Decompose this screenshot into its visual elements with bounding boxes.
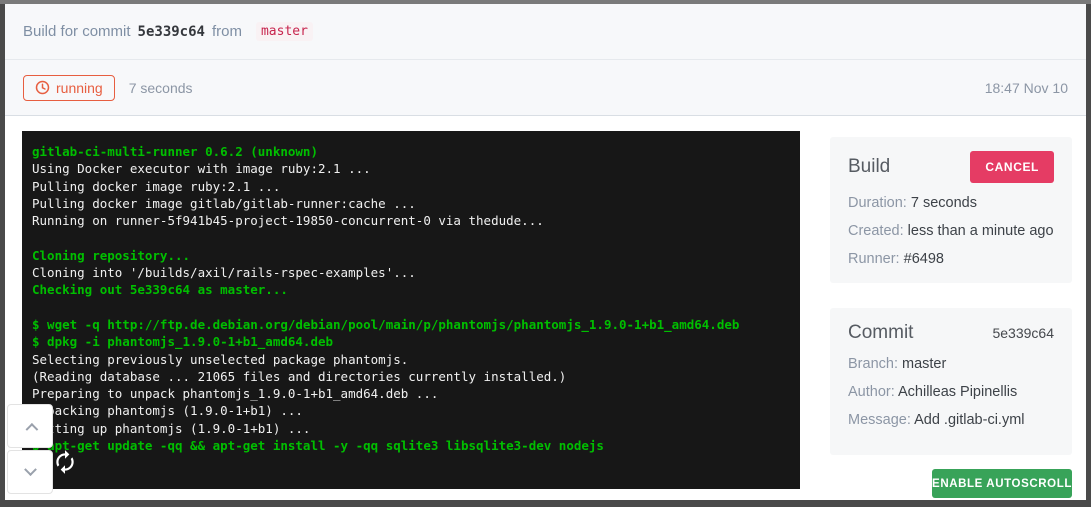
scroll-down-button[interactable] [7,450,53,494]
header-prefix: Build for commit [23,23,131,40]
terminal-line: gitlab-ci-multi-runner 0.6.2 (unknown) [32,143,790,160]
terminal-line: Setting up phantomjs (1.9.0-1+b1) ... [32,420,790,437]
info-value: 7 seconds [911,195,977,211]
build-info-rows: Duration: 7 secondsCreated: less than a … [848,195,1054,267]
info-row: Duration: 7 seconds [848,195,1054,211]
commit-panel: Commit 5e339c64 Branch: masterAuthor: Ac… [830,308,1072,455]
info-label: Duration: [848,195,911,211]
terminal-output: gitlab-ci-multi-runner 0.6.2 (unknown)Us… [32,143,790,454]
page-content: Build for commit 5e339c64 from master ru… [5,4,1086,500]
commit-info-rows: Branch: masterAuthor: Achilleas Pipinell… [848,356,1054,428]
build-trace-terminal[interactable]: gitlab-ci-multi-runner 0.6.2 (unknown)Us… [22,131,800,489]
status-label: running [56,80,103,96]
info-row: Branch: master [848,356,1054,372]
build-header: Build for commit 5e339c64 from master [5,4,1086,60]
info-value: Achilleas Pipinellis [898,384,1017,400]
info-label: Author: [848,384,898,400]
terminal-line [32,299,790,316]
terminal-line: Running on runner-5f941b45-project-19850… [32,212,790,229]
commit-sha[interactable]: 5e339c64 [992,325,1054,341]
build-panel-title: Build [848,156,890,178]
clock-icon [35,80,50,95]
info-label: Message: [848,412,914,428]
header-from-label: from [212,23,242,40]
build-panel: Build CANCEL Duration: 7 secondsCreated:… [830,137,1072,283]
terminal-line: Checking out 5e339c64 as master... [32,281,790,298]
status-timestamp: 18:47 Nov 10 [985,80,1068,96]
terminal-line: Using Docker executor with image ruby:2.… [32,160,790,177]
terminal-line: Unpacking phantomjs (1.9.0-1+b1) ... [32,402,790,419]
status-duration: 7 seconds [129,80,193,96]
terminal-line: Pulling docker image gitlab/gitlab-runne… [32,195,790,212]
commit-panel-header: Commit 5e339c64 [848,322,1054,344]
terminal-line: (Reading database ... 21065 files and di… [32,368,790,385]
info-value: master [902,356,946,372]
terminal-line: Cloning repository... [32,247,790,264]
info-label: Runner: [848,251,904,267]
info-value: less than a minute ago [908,223,1054,239]
chevron-down-icon [24,463,37,476]
cancel-button[interactable]: CANCEL [970,151,1054,183]
info-row: Author: Achilleas Pipinellis [848,384,1054,400]
enable-autoscroll-button[interactable]: ENABLE AUTOSCROLL [932,469,1072,498]
terminal-line: $ apt-get update -qq && apt-get install … [32,437,790,454]
terminal-line: Preparing to unpack phantomjs_1.9.0-1+b1… [32,385,790,402]
terminal-line: Pulling docker image ruby:2.1 ... [32,178,790,195]
info-label: Branch: [848,356,902,372]
info-row: Created: less than a minute ago [848,223,1054,239]
terminal-line: Cloning into '/builds/axil/rails-rspec-e… [32,264,790,281]
build-panel-header: Build CANCEL [848,151,1054,183]
info-row: Runner: #6498 [848,251,1054,267]
terminal-line: $ wget -q http://ftp.de.debian.org/debia… [32,316,790,333]
info-row: Message: Add .gitlab-ci.yml [848,412,1054,428]
scroll-up-button[interactable] [7,404,53,448]
info-value: #6498 [904,251,944,267]
refresh-icon [52,449,78,475]
terminal-line: Selecting previously unselected package … [32,351,790,368]
chevron-up-icon [25,422,38,435]
terminal-line: $ dpkg -i phantomjs_1.9.0-1+b1_amd64.deb [32,333,790,350]
branch-link[interactable]: master [256,22,313,41]
info-value: Add .gitlab-ci.yml [914,412,1024,428]
terminal-line [32,229,790,246]
header-commit-sha: 5e339c64 [138,24,205,40]
status-badge: running [23,75,115,101]
info-label: Created: [848,223,908,239]
build-page: Build for commit 5e339c64 from master ru… [0,0,1091,507]
commit-panel-title: Commit [848,322,913,344]
status-bar: running 7 seconds 18:47 Nov 10 [5,60,1086,116]
